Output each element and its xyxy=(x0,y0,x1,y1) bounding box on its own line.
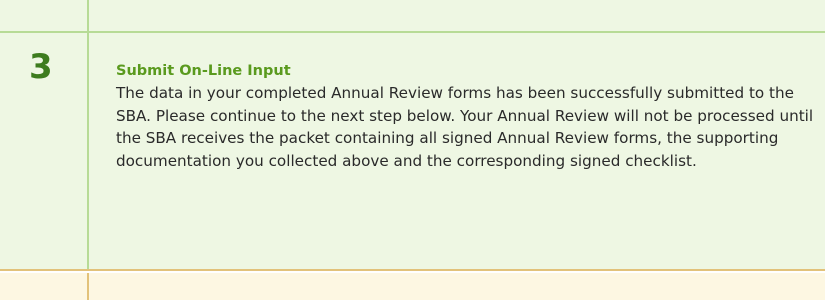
next-step-row xyxy=(0,273,825,300)
previous-step-row xyxy=(0,0,825,33)
step-description: The data in your completed Annual Review… xyxy=(116,84,814,170)
annual-review-steps-table: 3 Submit On-Line Input The data in your … xyxy=(0,0,825,300)
step-number-cell: 3 xyxy=(0,33,89,269)
step-content-cell: Submit On-Line Input The data in your co… xyxy=(89,33,825,269)
next-step-content-cell xyxy=(89,273,825,300)
step-number: 3 xyxy=(29,47,53,87)
next-step-number-cell xyxy=(0,273,89,300)
step-title: Submit On-Line Input xyxy=(116,63,291,79)
step-row: 3 Submit On-Line Input The data in your … xyxy=(0,33,825,271)
previous-step-content-cell xyxy=(89,0,825,31)
previous-step-number-cell xyxy=(0,0,89,31)
